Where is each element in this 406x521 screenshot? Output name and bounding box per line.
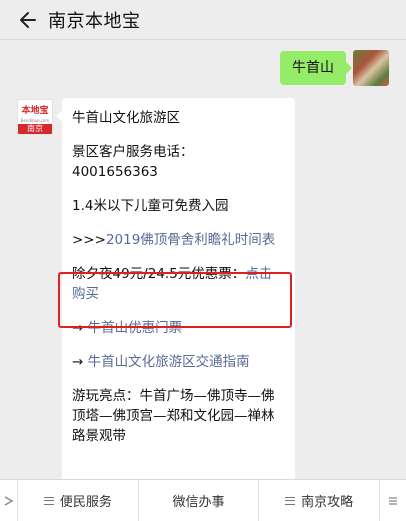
chat-area[interactable]: 牛首山 本地宝 Bendibao.com 南京 牛首山文化旅游区 景区客户服务电… (0, 41, 406, 479)
page-title: 南京本地宝 (48, 10, 141, 32)
bendibao-logo-url: Bendibao.com (20, 118, 50, 123)
menu-item-convenience[interactable]: 便民服务 (18, 479, 139, 521)
reply-message-bubble: 牛首山文化旅游区 景区客户服务电话： 4001656363 1.4米以下儿童可免… (56, 98, 295, 479)
traffic-guide-link[interactable]: 牛首山文化旅游区交通指南 (88, 354, 250, 370)
more-menu-icon[interactable] (380, 480, 406, 521)
ticket-offer-text: 除夕夜49元/24.5元优惠票： (72, 266, 246, 282)
title-bar: 南京本地宝 (0, 0, 406, 40)
menu-item-label: 微信办事 (172, 495, 225, 510)
sent-message-bubble[interactable]: 牛首山 (280, 51, 352, 85)
bot-avatar[interactable]: 本地宝 Bendibao.com 南京 (17, 99, 53, 135)
discount-arrow: → (72, 320, 88, 336)
relic-schedule-line: >>>2019佛顶骨舍利瞻礼时间表 (72, 230, 285, 250)
ticket-offer-line: 除夕夜49元/24.5元优惠票：点击购买 (72, 264, 285, 304)
menu-item-nanjing-guide[interactable]: 南京攻略 (259, 479, 381, 521)
menu-lines-icon (43, 496, 54, 505)
menu-lines-icon (285, 496, 296, 505)
children-free-note: 1.4米以下儿童可免费入园 (72, 198, 229, 214)
bottom-menu-bar: 便民服务 微信办事 南京攻略 (0, 479, 406, 521)
discount-ticket-line: → 牛首山优惠门票 (72, 318, 285, 338)
relic-prefix: >>> (72, 232, 106, 248)
discount-ticket-link[interactable]: 牛首山优惠门票 (88, 320, 183, 336)
keyboard-toggle-icon[interactable] (0, 479, 18, 521)
relic-schedule-link[interactable]: 2019佛顶骨舍利瞻礼时间表 (106, 232, 275, 248)
scenic-area-name: 牛首山文化旅游区 (72, 110, 180, 126)
traffic-arrow: → (72, 354, 88, 370)
user-avatar[interactable] (353, 50, 389, 86)
bendibao-logo-city: 南京 (18, 124, 52, 134)
menu-item-label: 便民服务 (59, 495, 112, 510)
phone-number: 4001656363 (72, 164, 158, 180)
back-arrow-icon[interactable] (16, 9, 38, 31)
menu-item-label: 南京攻略 (301, 495, 354, 510)
phone-label: 景区客户服务电话： (72, 144, 194, 160)
traffic-guide-line: → 牛首山文化旅游区交通指南 (72, 352, 285, 372)
highlights-text: 游玩亮点：牛首广场—佛顶寺—佛顶塔—佛顶宫—郑和文化园—禅林路景观带 (72, 388, 275, 444)
menu-item-wechat-services[interactable]: 微信办事 (139, 479, 260, 521)
service-phone: 景区客户服务电话： 4001656363 (72, 142, 285, 182)
